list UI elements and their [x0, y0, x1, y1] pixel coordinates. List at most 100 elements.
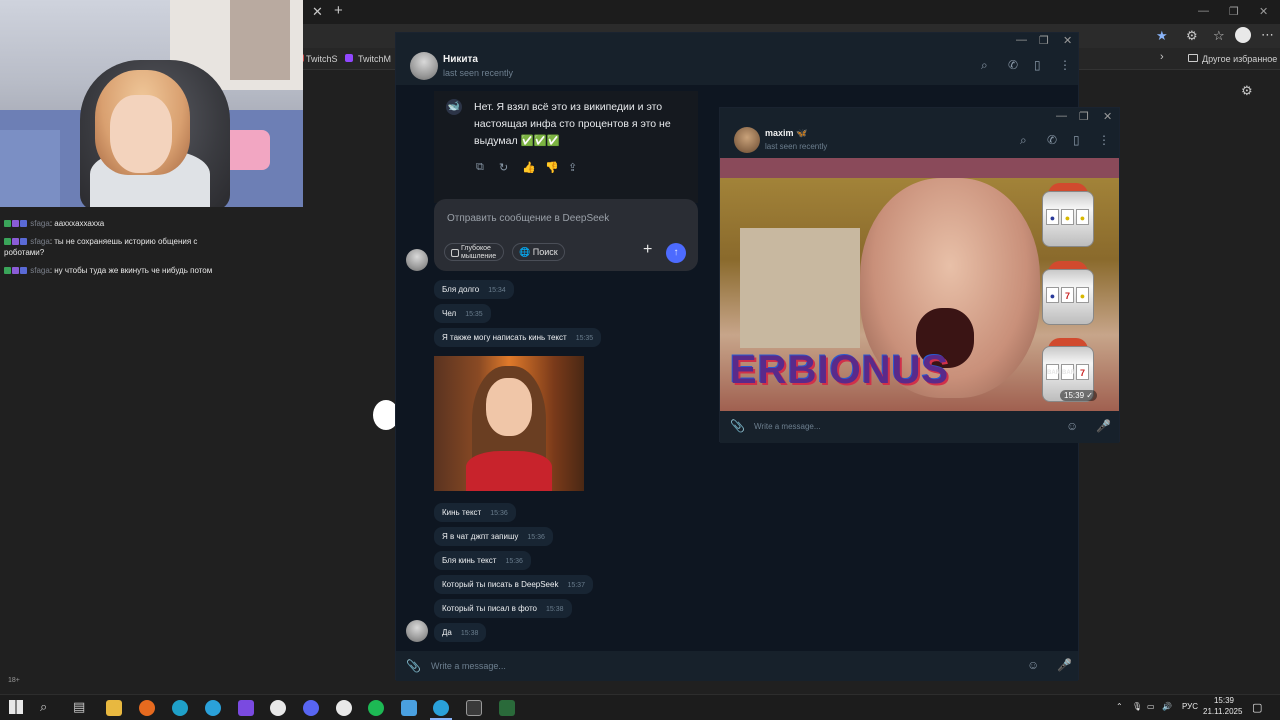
chat-username[interactable]: sfaga [30, 219, 50, 228]
search-icon[interactable]: ⌕ [1020, 133, 1027, 148]
notepad-icon[interactable] [466, 700, 482, 716]
maximize-button[interactable]: ❐ [1229, 5, 1239, 18]
nvidia-icon[interactable] [499, 700, 515, 716]
chat-status: last seen recently [765, 142, 828, 151]
message-bubble[interactable]: Да 15:38 [434, 623, 487, 642]
photo-message[interactable] [434, 356, 584, 491]
minimize-button[interactable]: — [1016, 34, 1027, 46]
sidebar-toggle-icon[interactable]: ▯ [1034, 58, 1041, 72]
bookmark-twitchs[interactable]: TwitchS [306, 54, 338, 64]
message-text: Я также могу написать кинь текст [442, 333, 567, 342]
sidebar-toggle-icon[interactable]: ▯ [1073, 133, 1080, 147]
extensions-icon[interactable]: ⚙ [1186, 28, 1198, 44]
minimize-button[interactable]: — [1056, 110, 1067, 122]
input-language[interactable]: РУС [1182, 702, 1198, 711]
phone-icon[interactable]: ✆ [1047, 133, 1057, 147]
chat-title[interactable]: maxim 🦋 [765, 128, 807, 139]
maximize-button[interactable]: ❐ [1079, 110, 1089, 123]
desktop-app-icon[interactable] [401, 700, 417, 716]
chat-username[interactable]: sfaga [30, 266, 50, 275]
deepseek-reply: Нет. Я взял всё это из википедии и это н… [474, 101, 671, 147]
globe-icon: 🌐 [519, 247, 531, 257]
message-time: 15:36 [490, 510, 508, 517]
network-icon[interactable]: ▭ [1147, 702, 1155, 711]
microphone-icon[interactable]: 🎤 [1057, 658, 1072, 672]
tray-chevron-icon[interactable]: ⌃ [1116, 702, 1123, 711]
vivaldi-icon[interactable] [238, 700, 254, 716]
other-bookmarks[interactable]: Другое избранное [1202, 54, 1277, 64]
favorites-icon[interactable]: ☆ [1213, 28, 1225, 44]
message-bubble[interactable]: Кинь текст 15:36 [434, 503, 516, 522]
video-message[interactable]: ERBIONUS ● ● ● ● 7 ● BAR BAR 7 15:39 ✓ [720, 158, 1119, 411]
tab-close-button[interactable]: ✕ [312, 4, 323, 20]
message-time: 15:35 [575, 335, 594, 342]
folder-icon [1188, 54, 1198, 62]
more-menu-icon[interactable]: ⋮ [1059, 58, 1071, 72]
message-input[interactable]: Write a message... [754, 422, 821, 431]
microphone-tray-icon[interactable]: 🎙 [1132, 702, 1142, 711]
firefox-icon[interactable] [139, 700, 155, 716]
close-button[interactable]: ✕ [1103, 110, 1112, 123]
more-menu-icon[interactable]: ⋯ [1261, 27, 1274, 43]
volume-icon[interactable]: 🔊 [1162, 702, 1172, 711]
message-bubble[interactable]: Бля кинь текст 15:36 [434, 551, 531, 570]
deepseek-screenshot[interactable]: 🐋 Нет. Я взял всё это из википедии и это… [434, 91, 698, 203]
bookmark-twitchm[interactable]: TwitchM [358, 54, 391, 64]
message-bubble[interactable]: Который ты писал в фото 15:38 [434, 599, 572, 618]
message-time: 15:38 [460, 630, 479, 637]
search-icon[interactable]: ⌕ [981, 58, 988, 73]
minimize-button[interactable]: — [1198, 5, 1209, 17]
emoji-icon[interactable]: ☺ [1066, 419, 1078, 433]
badge-icon [12, 267, 19, 274]
reel: 7 [1076, 364, 1089, 380]
avatar[interactable] [410, 52, 438, 80]
emoji-icon[interactable]: ☺ [1027, 658, 1039, 672]
maximize-button[interactable]: ❐ [1039, 34, 1049, 47]
phone-icon[interactable]: ✆ [1008, 58, 1018, 72]
new-tab-button[interactable]: + [334, 2, 343, 19]
thumbs-down-icon: 👎 [545, 162, 559, 174]
task-view-icon[interactable]: ▤ [73, 699, 85, 715]
chat-header: — ❐ ✕ maxim 🦋 last seen recently ⌕ ✆ ▯ ⋮ [720, 108, 1119, 158]
message-bubble[interactable]: Который ты писать в DeepSeek 15:37 [434, 575, 593, 594]
edge-icon[interactable] [172, 700, 188, 716]
spotify-icon[interactable] [368, 700, 384, 716]
telegram-icon[interactable] [205, 700, 221, 716]
more-menu-icon[interactable]: ⋮ [1098, 133, 1110, 147]
microphone-icon[interactable]: 🎤 [1096, 419, 1111, 433]
clock-time[interactable]: 15:39 [1212, 696, 1236, 705]
chat-title[interactable]: Никита [443, 54, 478, 65]
video-timestamp: 15:39 ✓ [1060, 390, 1097, 401]
message-bubble[interactable]: Я также могу написать кинь текст 15:35 [434, 328, 602, 347]
avatar[interactable] [734, 127, 760, 153]
avatar[interactable] [406, 620, 428, 642]
message-input[interactable]: Write a message... [431, 661, 506, 671]
avatar[interactable] [406, 249, 428, 271]
start-windows-icon[interactable] [9, 700, 23, 714]
telegram-active-icon[interactable] [433, 700, 449, 716]
profile-avatar[interactable] [1235, 27, 1251, 43]
file-explorer-icon[interactable] [106, 700, 122, 716]
deepseek-logo-icon: 🐋 [446, 99, 462, 115]
notifications-icon[interactable]: ▢ [1252, 701, 1262, 714]
chevron-right-icon[interactable]: › [1160, 51, 1164, 63]
chat-username[interactable]: sfaga [30, 237, 50, 246]
favorite-star-icon[interactable]: ★ [1156, 28, 1168, 44]
message-bubble[interactable]: Бля долго 15:34 [434, 280, 514, 299]
compose-bar: 📎 Write a message... ☺ 🎤 [720, 411, 1119, 443]
close-window-button[interactable]: ✕ [1259, 5, 1268, 18]
message-bubble[interactable]: Чел 15:35 [434, 304, 491, 323]
obs-icon[interactable] [336, 700, 352, 716]
deepseek-input-placeholder: Отправить сообщение в DeepSeek [447, 213, 610, 224]
settings-gear-icon[interactable]: ⚙ [1241, 83, 1253, 99]
message-time: 15:38 [545, 606, 564, 613]
attach-icon[interactable]: 📎 [730, 419, 745, 433]
discord-icon[interactable] [303, 700, 319, 716]
clock-date[interactable]: 21.11.2025 [1203, 707, 1242, 716]
attach-icon[interactable]: 📎 [406, 659, 421, 673]
badge-icon [12, 238, 19, 245]
close-button[interactable]: ✕ [1063, 34, 1072, 47]
chatgpt-icon[interactable] [270, 700, 286, 716]
search-icon[interactable]: ⌕ [40, 699, 47, 715]
message-bubble[interactable]: Я в чат джпт запишу 15:36 [434, 527, 553, 546]
